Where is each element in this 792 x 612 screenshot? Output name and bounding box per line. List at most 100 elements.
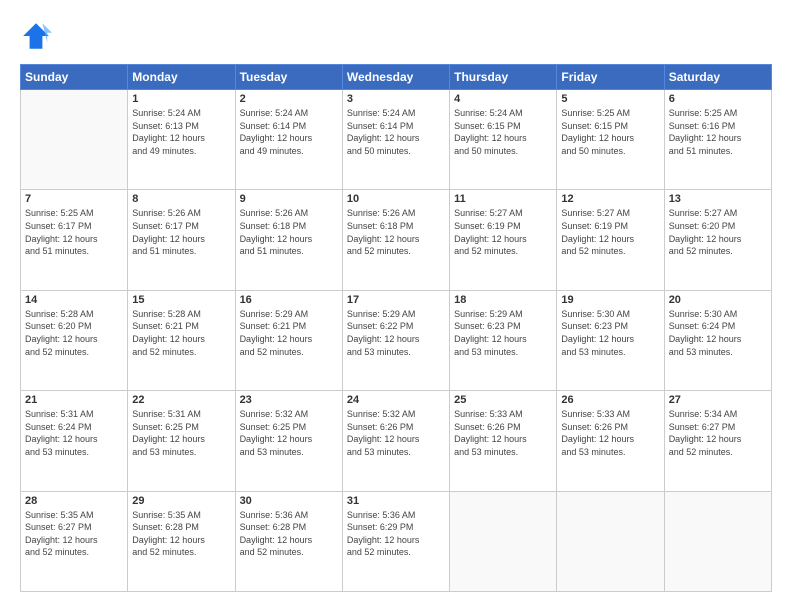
day-info: Sunrise: 5:24 AM Sunset: 6:14 PM Dayligh… <box>347 107 445 157</box>
day-cell: 7 Sunrise: 5:25 AM Sunset: 6:17 PM Daylig… <box>21 190 128 290</box>
header-day-saturday: Saturday <box>664 65 771 90</box>
day-number: 30 <box>240 495 338 507</box>
day-number: 9 <box>240 193 338 205</box>
day-number: 8 <box>132 193 230 205</box>
day-cell: 30 Sunrise: 5:36 AM Sunset: 6:28 PM Dayli… <box>235 491 342 591</box>
day-cell: 4Sunrise: 5:24 AM Sunset: 6:15 PM Daylig… <box>450 90 557 190</box>
day-cell: 6 Sunrise: 5:25 AM Sunset: 6:16 PM Daylig… <box>664 90 771 190</box>
day-cell <box>21 90 128 190</box>
calendar-body: 1 Sunrise: 5:24 AM Sunset: 6:13 PM Daylig… <box>21 90 772 592</box>
day-number: 16 <box>240 294 338 306</box>
day-info: Sunrise: 5:28 AM Sunset: 6:21 PM Dayligh… <box>132 308 230 358</box>
day-info: Sunrise: 5:25 AM Sunset: 6:15 PM Dayligh… <box>561 107 659 157</box>
day-number: 26 <box>561 394 659 406</box>
day-info: Sunrise: 5:30 AM Sunset: 6:24 PM Dayligh… <box>669 308 767 358</box>
day-cell: 14 Sunrise: 5:28 AM Sunset: 6:20 PM Dayli… <box>21 290 128 390</box>
day-cell: 15 Sunrise: 5:28 AM Sunset: 6:21 PM Dayli… <box>128 290 235 390</box>
day-info: Sunrise: 5:33 AM Sunset: 6:26 PM Dayligh… <box>561 408 659 458</box>
day-info: Sunrise: 5:30 AM Sunset: 6:23 PM Dayligh… <box>561 308 659 358</box>
week-row-4: 21Sunrise: 5:31 AM Sunset: 6:24 PM Dayli… <box>21 391 772 491</box>
week-row-1: 1 Sunrise: 5:24 AM Sunset: 6:13 PM Daylig… <box>21 90 772 190</box>
header-day-monday: Monday <box>128 65 235 90</box>
page: SundayMondayTuesdayWednesdayThursdayFrid… <box>0 0 792 612</box>
day-cell <box>557 491 664 591</box>
day-number: 22 <box>132 394 230 406</box>
day-number: 15 <box>132 294 230 306</box>
calendar-table: SundayMondayTuesdayWednesdayThursdayFrid… <box>20 64 772 592</box>
header-day-friday: Friday <box>557 65 664 90</box>
day-info: Sunrise: 5:33 AM Sunset: 6:26 PM Dayligh… <box>454 408 552 458</box>
day-info: Sunrise: 5:36 AM Sunset: 6:29 PM Dayligh… <box>347 509 445 559</box>
day-info: Sunrise: 5:34 AM Sunset: 6:27 PM Dayligh… <box>669 408 767 458</box>
day-cell: 1 Sunrise: 5:24 AM Sunset: 6:13 PM Daylig… <box>128 90 235 190</box>
day-info: Sunrise: 5:28 AM Sunset: 6:20 PM Dayligh… <box>25 308 123 358</box>
header-day-thursday: Thursday <box>450 65 557 90</box>
day-info: Sunrise: 5:24 AM Sunset: 6:14 PM Dayligh… <box>240 107 338 157</box>
day-info: Sunrise: 5:26 AM Sunset: 6:17 PM Dayligh… <box>132 207 230 257</box>
day-number: 1 <box>132 93 230 105</box>
day-cell: 25 Sunrise: 5:33 AM Sunset: 6:26 PM Dayli… <box>450 391 557 491</box>
header-day-sunday: Sunday <box>21 65 128 90</box>
day-cell: 16 Sunrise: 5:29 AM Sunset: 6:21 PM Dayli… <box>235 290 342 390</box>
header-row: SundayMondayTuesdayWednesdayThursdayFrid… <box>21 65 772 90</box>
day-info: Sunrise: 5:31 AM Sunset: 6:25 PM Dayligh… <box>132 408 230 458</box>
day-cell: 12Sunrise: 5:27 AM Sunset: 6:19 PM Dayli… <box>557 190 664 290</box>
day-info: Sunrise: 5:31 AM Sunset: 6:24 PM Dayligh… <box>25 408 123 458</box>
day-cell <box>450 491 557 591</box>
day-number: 7 <box>25 193 123 205</box>
day-number: 25 <box>454 394 552 406</box>
day-cell: 5 Sunrise: 5:25 AM Sunset: 6:15 PM Daylig… <box>557 90 664 190</box>
day-info: Sunrise: 5:27 AM Sunset: 6:19 PM Dayligh… <box>454 207 552 257</box>
header <box>20 20 772 52</box>
day-info: Sunrise: 5:35 AM Sunset: 6:27 PM Dayligh… <box>25 509 123 559</box>
day-cell: 21Sunrise: 5:31 AM Sunset: 6:24 PM Dayli… <box>21 391 128 491</box>
day-number: 12 <box>561 193 659 205</box>
day-number: 27 <box>669 394 767 406</box>
day-info: Sunrise: 5:25 AM Sunset: 6:17 PM Dayligh… <box>25 207 123 257</box>
header-day-wednesday: Wednesday <box>342 65 449 90</box>
day-cell: 24 Sunrise: 5:32 AM Sunset: 6:26 PM Dayli… <box>342 391 449 491</box>
day-info: Sunrise: 5:36 AM Sunset: 6:28 PM Dayligh… <box>240 509 338 559</box>
day-cell: 19 Sunrise: 5:30 AM Sunset: 6:23 PM Dayli… <box>557 290 664 390</box>
day-cell: 9Sunrise: 5:26 AM Sunset: 6:18 PM Daylig… <box>235 190 342 290</box>
day-number: 19 <box>561 294 659 306</box>
calendar-header: SundayMondayTuesdayWednesdayThursdayFrid… <box>21 65 772 90</box>
day-info: Sunrise: 5:29 AM Sunset: 6:23 PM Dayligh… <box>454 308 552 358</box>
day-cell: 26 Sunrise: 5:33 AM Sunset: 6:26 PM Dayli… <box>557 391 664 491</box>
header-day-tuesday: Tuesday <box>235 65 342 90</box>
week-row-5: 28 Sunrise: 5:35 AM Sunset: 6:27 PM Dayli… <box>21 491 772 591</box>
day-cell: 28 Sunrise: 5:35 AM Sunset: 6:27 PM Dayli… <box>21 491 128 591</box>
day-number: 29 <box>132 495 230 507</box>
day-number: 24 <box>347 394 445 406</box>
day-number: 10 <box>347 193 445 205</box>
day-number: 14 <box>25 294 123 306</box>
logo <box>20 20 56 52</box>
week-row-2: 7 Sunrise: 5:25 AM Sunset: 6:17 PM Daylig… <box>21 190 772 290</box>
day-info: Sunrise: 5:32 AM Sunset: 6:26 PM Dayligh… <box>347 408 445 458</box>
day-number: 3 <box>347 93 445 105</box>
day-info: Sunrise: 5:29 AM Sunset: 6:22 PM Dayligh… <box>347 308 445 358</box>
day-number: 23 <box>240 394 338 406</box>
day-info: Sunrise: 5:24 AM Sunset: 6:13 PM Dayligh… <box>132 107 230 157</box>
day-cell: 2Sunrise: 5:24 AM Sunset: 6:14 PM Daylig… <box>235 90 342 190</box>
day-number: 13 <box>669 193 767 205</box>
day-info: Sunrise: 5:32 AM Sunset: 6:25 PM Dayligh… <box>240 408 338 458</box>
day-cell: 3 Sunrise: 5:24 AM Sunset: 6:14 PM Daylig… <box>342 90 449 190</box>
day-number: 17 <box>347 294 445 306</box>
day-info: Sunrise: 5:25 AM Sunset: 6:16 PM Dayligh… <box>669 107 767 157</box>
day-cell: 31Sunrise: 5:36 AM Sunset: 6:29 PM Dayli… <box>342 491 449 591</box>
day-info: Sunrise: 5:29 AM Sunset: 6:21 PM Dayligh… <box>240 308 338 358</box>
logo-icon <box>20 20 52 52</box>
day-cell: 29 Sunrise: 5:35 AM Sunset: 6:28 PM Dayli… <box>128 491 235 591</box>
day-info: Sunrise: 5:27 AM Sunset: 6:20 PM Dayligh… <box>669 207 767 257</box>
day-cell: 27 Sunrise: 5:34 AM Sunset: 6:27 PM Dayli… <box>664 391 771 491</box>
day-cell: 11 Sunrise: 5:27 AM Sunset: 6:19 PM Dayli… <box>450 190 557 290</box>
day-cell <box>664 491 771 591</box>
day-number: 5 <box>561 93 659 105</box>
day-cell: 20Sunrise: 5:30 AM Sunset: 6:24 PM Dayli… <box>664 290 771 390</box>
day-number: 28 <box>25 495 123 507</box>
day-number: 6 <box>669 93 767 105</box>
day-number: 11 <box>454 193 552 205</box>
day-info: Sunrise: 5:35 AM Sunset: 6:28 PM Dayligh… <box>132 509 230 559</box>
day-cell: 17 Sunrise: 5:29 AM Sunset: 6:22 PM Dayli… <box>342 290 449 390</box>
